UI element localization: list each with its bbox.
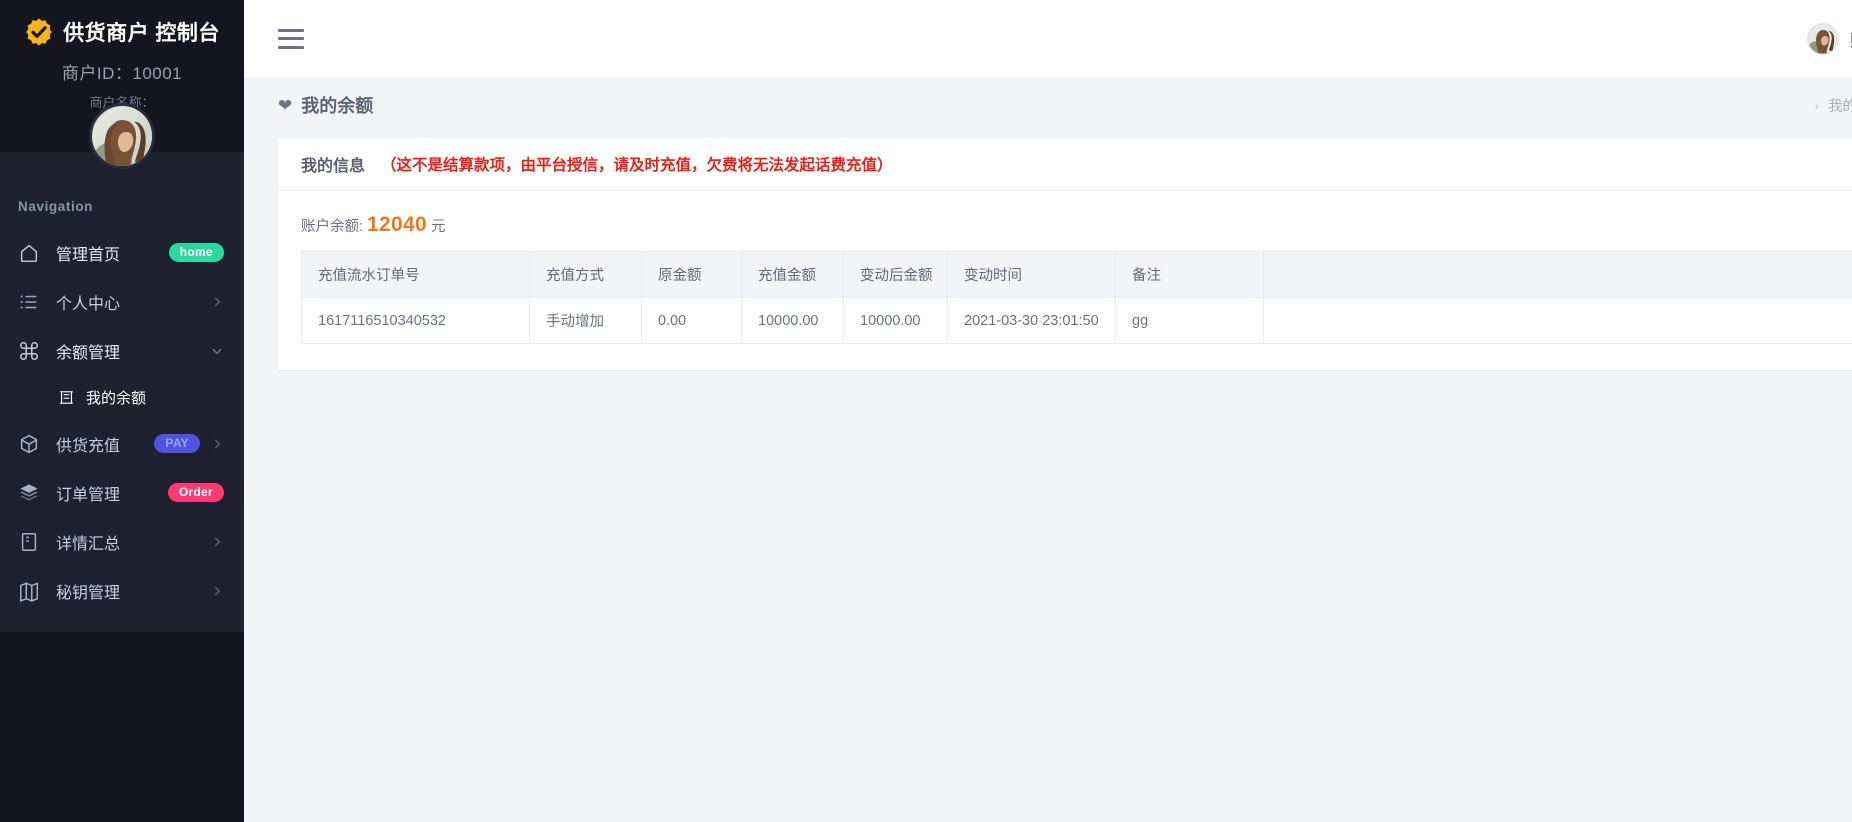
sidebar-item-label: 供货充值 — [56, 432, 154, 456]
breadcrumb-current[interactable]: 我的余额 — [1828, 95, 1852, 116]
topbar: 账户 — [244, 0, 1852, 77]
brand-title: 供货商户 控制台 — [63, 17, 220, 47]
column-header-extra — [1264, 252, 1852, 298]
app-root: 供货商户 控制台 商户ID：10001 商户名称： — [0, 0, 1852, 822]
cell-order-no: 1617116510340532 — [302, 298, 530, 344]
account-balance-amount: 12040 — [367, 213, 427, 237]
breadcrumb: › 我的余额 — [1815, 77, 1852, 133]
account-balance-unit: 元 — [431, 215, 446, 236]
cell-after: 10000.00 — [844, 298, 948, 344]
sidebar-footer-area — [0, 632, 244, 822]
account-balance-label: 账户余额: — [301, 215, 363, 236]
status-badge: Order — [168, 483, 224, 502]
chevron-right-icon: › — [1815, 98, 1819, 113]
page-header: ❤ 我的余额 › 我的余额 — [244, 77, 1852, 133]
column-header-original: 原金额 — [642, 252, 742, 298]
sidebar-item-label: 管理首页 — [56, 241, 169, 265]
sidebar-item-label: 个人中心 — [56, 290, 200, 314]
column-header-remark: 备注 — [1116, 252, 1264, 298]
sidebar-item-details-summary[interactable]: 详情汇总 — [0, 517, 244, 566]
cell-method: 手动增加 — [530, 298, 642, 344]
sidebar-subitem-label: 我的余额 — [86, 387, 146, 408]
column-header-change-time: 变动时间 — [948, 252, 1116, 298]
book-icon — [18, 531, 40, 553]
chevron-right-icon — [210, 437, 224, 451]
sidebar-item-label: 秘钥管理 — [56, 579, 200, 603]
heart-icon: ❤ — [278, 97, 292, 114]
avatar-frame — [89, 103, 155, 169]
sidebar-header: 供货商户 控制台 商户ID：10001 商户名称： — [0, 0, 244, 152]
column-header-after: 变动后金额 — [844, 252, 948, 298]
sidebar-item-label: 详情汇总 — [56, 530, 200, 554]
sidebar-item-profile[interactable]: 个人中心 — [0, 277, 244, 326]
column-header-order-no: 充值流水订单号 — [302, 252, 530, 298]
hamburger-icon[interactable] — [278, 29, 304, 49]
main-area: 账户 ❤ 我的余额 › 我的余额 我的信息 （这不是结算款项，由平台授信，请及时… — [244, 0, 1852, 822]
home-icon — [18, 242, 40, 264]
user-avatar — [92, 106, 155, 169]
avatar[interactable] — [1807, 23, 1839, 55]
card-title: 我的信息 — [301, 152, 365, 176]
box-icon — [18, 433, 40, 455]
sidebar-item-key-management[interactable]: 秘钥管理 — [0, 566, 244, 615]
card-body: 账户余额: 12040 元 充值流水订单号 充值方式 原金额 充值金额 变动后金… — [278, 191, 1852, 370]
abacus-icon — [58, 389, 75, 406]
chevron-right-icon — [210, 535, 224, 549]
card-header: 我的信息 （这不是结算款项，由平台授信，请及时充值，欠费将无法发起话费充值） — [278, 138, 1852, 191]
sidebar-item-order-management[interactable]: 订单管理 Order — [0, 468, 244, 517]
topbar-user-menu[interactable]: 账户 — [1807, 0, 1852, 77]
sidebar-item-dashboard[interactable]: 管理首页 home — [0, 228, 244, 277]
recharge-records-table: 充值流水订单号 充值方式 原金额 充值金额 变动后金额 变动时间 备注 161 — [301, 251, 1852, 344]
layers-icon — [18, 482, 40, 504]
nav-list: 管理首页 home 个人中心 余额管理 — [0, 228, 244, 615]
user-avatar — [1808, 24, 1839, 55]
sidebar-item-label: 订单管理 — [56, 481, 168, 505]
page-title: ❤ 我的余额 — [278, 92, 373, 118]
table-header-row: 充值流水订单号 充值方式 原金额 充值金额 变动后金额 变动时间 备注 — [302, 252, 1852, 298]
account-balance: 账户余额: 12040 元 — [301, 213, 1852, 237]
map-icon — [18, 580, 40, 602]
balance-card: 我的信息 （这不是结算款项，由平台授信，请及时充值，欠费将无法发起话费充值） 账… — [278, 138, 1852, 370]
merchant-id: 商户ID：10001 — [0, 59, 244, 84]
chevron-right-icon — [210, 584, 224, 598]
status-badge: PAY — [154, 434, 200, 453]
cell-extra — [1264, 298, 1852, 344]
table-row[interactable]: 1617116510340532 手动增加 0.00 10000.00 1000… — [302, 298, 1852, 344]
sidebar-item-my-balance[interactable]: 我的余额 — [0, 375, 244, 419]
cell-recharge: 10000.00 — [742, 298, 844, 344]
column-header-method: 充值方式 — [530, 252, 642, 298]
gear-check-badge-icon — [24, 17, 54, 47]
column-header-recharge: 充值金额 — [742, 252, 844, 298]
brand[interactable]: 供货商户 控制台 — [0, 14, 244, 50]
nav-section-label: Navigation — [0, 199, 244, 214]
sidebar-item-balance-management[interactable]: 余额管理 — [0, 326, 244, 375]
chevron-down-icon — [210, 344, 224, 358]
command-icon — [18, 340, 40, 362]
list-icon — [18, 291, 40, 313]
cell-change-time: 2021-03-30 23:01:50 — [948, 298, 1116, 344]
sidebar: 供货商户 控制台 商户ID：10001 商户名称： — [0, 0, 244, 822]
avatar[interactable] — [89, 103, 155, 169]
status-badge: home — [169, 243, 224, 262]
sidebar-item-supply-recharge[interactable]: 供货充值 PAY — [0, 419, 244, 468]
cell-remark: gg — [1116, 298, 1264, 344]
sidebar-item-label: 余额管理 — [56, 339, 200, 363]
page-title-text: 我的余额 — [301, 92, 373, 118]
card-warning-note: （这不是结算款项，由平台授信，请及时充值，欠费将无法发起话费充值） — [381, 153, 893, 175]
cell-original: 0.00 — [642, 298, 742, 344]
chevron-right-icon — [210, 295, 224, 309]
